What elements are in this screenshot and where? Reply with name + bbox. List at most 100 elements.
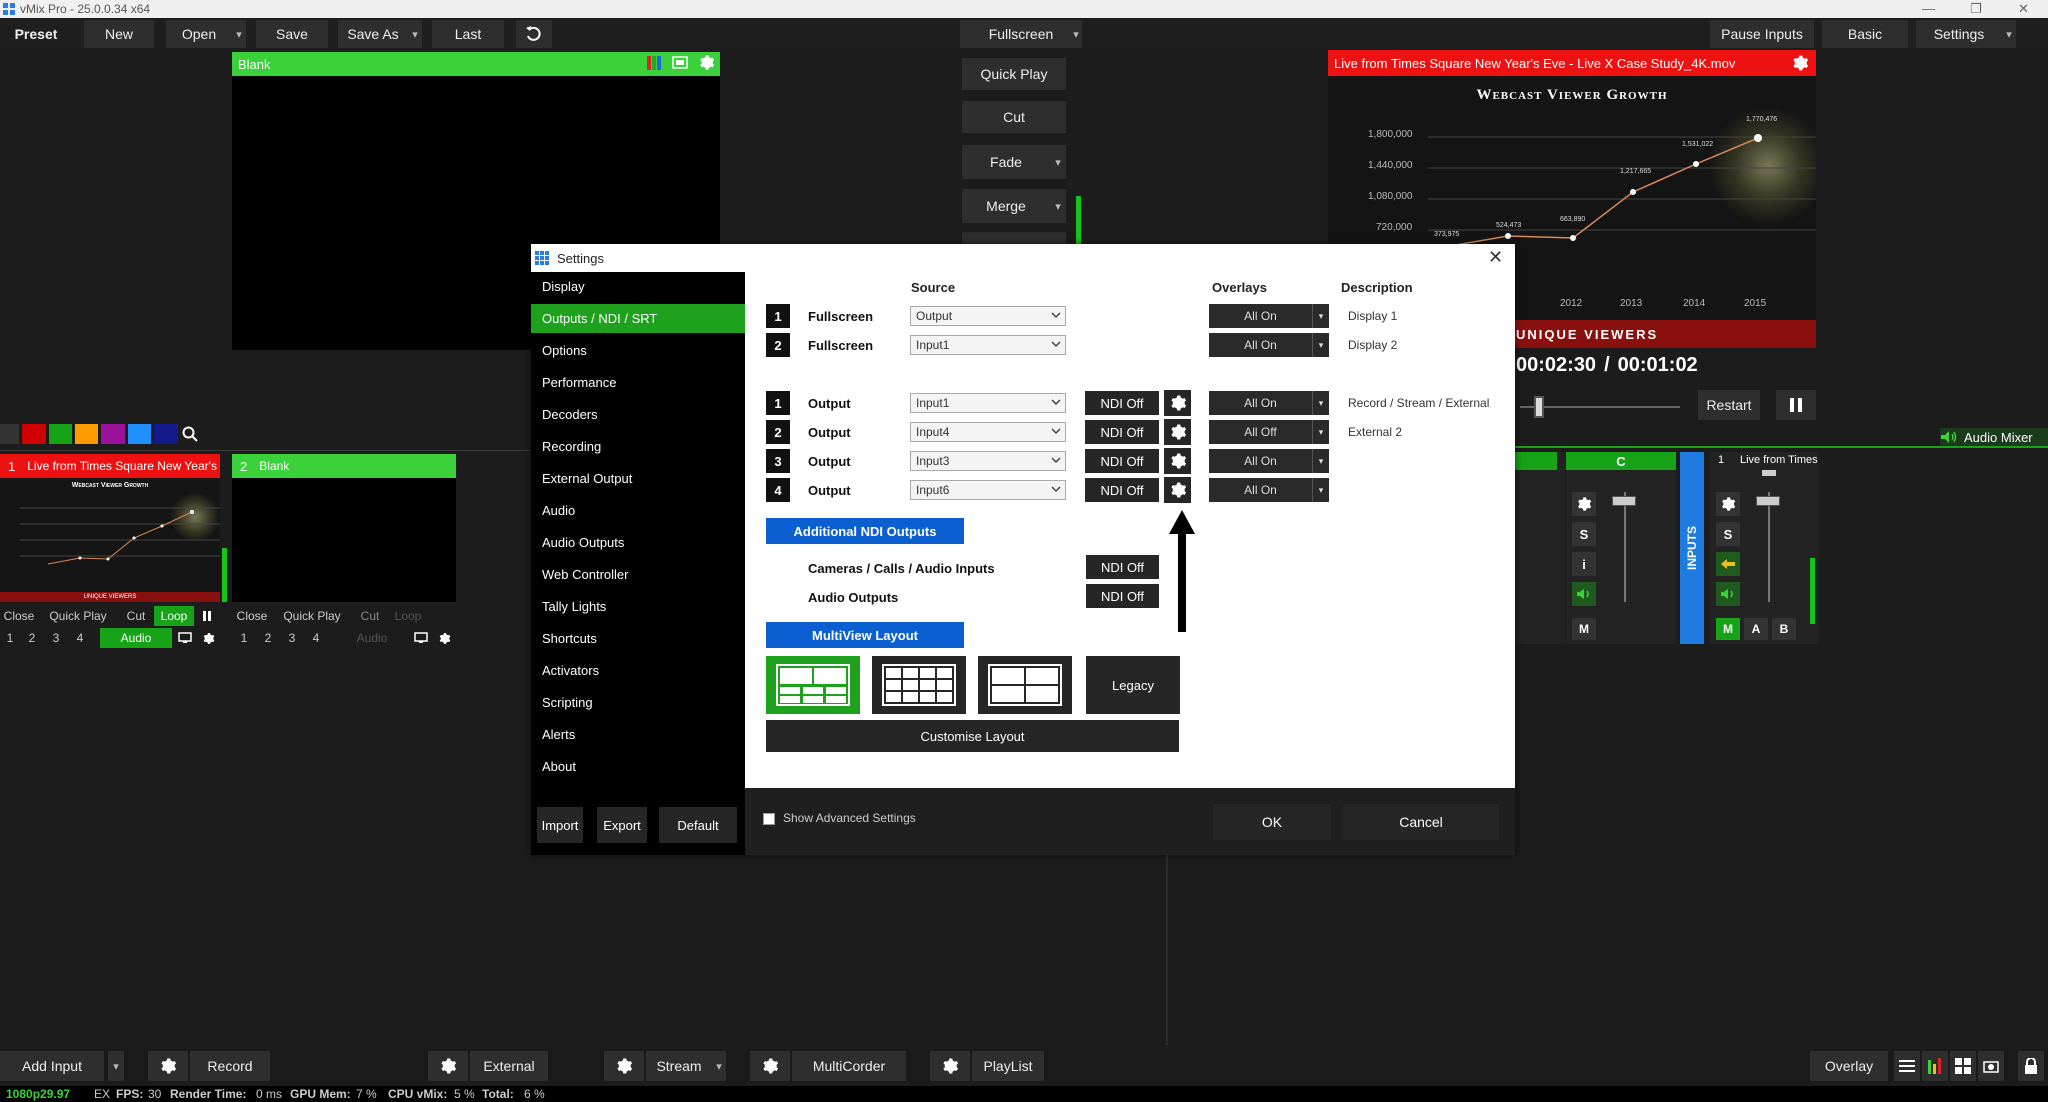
- position-track[interactable]: [1520, 406, 1680, 408]
- lock-button[interactable]: [2018, 1051, 2044, 1081]
- legacy-layout-button[interactable]: Legacy: [1086, 656, 1180, 714]
- nav-scripting[interactable]: Scripting: [531, 688, 745, 717]
- filter-swatch-green[interactable]: [48, 424, 73, 444]
- overlay-2-button[interactable]: 2: [20, 628, 44, 648]
- input-loop-button[interactable]: Loop: [388, 606, 428, 626]
- filter-swatch-none[interactable]: [0, 424, 20, 444]
- input-cut-button[interactable]: Cut: [118, 606, 154, 626]
- overlay-button[interactable]: Overlay: [1810, 1051, 1888, 1081]
- filter-swatch-orange[interactable]: [75, 424, 99, 444]
- export-button[interactable]: Export: [597, 807, 647, 843]
- cancel-button[interactable]: Cancel: [1343, 804, 1499, 840]
- filter-swatch-red[interactable]: [22, 424, 46, 444]
- nav-alerts[interactable]: Alerts: [531, 720, 745, 749]
- fullscreen-2-source-select[interactable]: Input1: [910, 335, 1066, 355]
- monitor-icon[interactable]: [408, 628, 434, 648]
- basic-button[interactable]: Basic: [1822, 20, 1908, 48]
- strip-bus-b-button[interactable]: B: [1772, 618, 1796, 640]
- preset-button[interactable]: Preset: [0, 20, 72, 48]
- input-loop-button[interactable]: Loop: [154, 606, 194, 626]
- multiview-layout-button[interactable]: MultiView Layout: [766, 622, 964, 648]
- input-gear-icon[interactable]: [434, 628, 454, 648]
- cameras-ndi-button[interactable]: NDI Off: [1086, 555, 1159, 579]
- stream-settings-button[interactable]: [604, 1051, 644, 1081]
- fullscreen-2-overlays-select[interactable]: All On ▾: [1209, 333, 1329, 357]
- merge-dropdown[interactable]: ▾: [1050, 189, 1066, 223]
- nav-options[interactable]: Options: [531, 336, 745, 365]
- fade-dropdown[interactable]: ▾: [1050, 145, 1066, 179]
- bus-c-gear-icon[interactable]: [1572, 492, 1596, 516]
- preview-gear-icon[interactable]: [698, 54, 715, 71]
- multiview-grid-button[interactable]: [1950, 1051, 1976, 1081]
- close-window-icon[interactable]: ✕: [2018, 1, 2029, 17]
- output-3-gear-button[interactable]: [1164, 448, 1191, 474]
- output-3-ndi-button[interactable]: NDI Off: [1085, 449, 1159, 473]
- strip-gear-icon[interactable]: [1716, 492, 1740, 516]
- settings-dropdown[interactable]: ▾: [2002, 20, 2016, 48]
- input-2-title-bar[interactable]: 2 Blank: [232, 454, 456, 478]
- playlist-button[interactable]: PlayList: [972, 1051, 1044, 1081]
- quick-play-button[interactable]: Quick Play: [962, 58, 1066, 90]
- overlay-4-button[interactable]: 4: [304, 628, 328, 648]
- output-3-source-select[interactable]: Input3: [910, 451, 1066, 471]
- merge-button[interactable]: Merge: [962, 189, 1050, 223]
- output-4-ndi-button[interactable]: NDI Off: [1085, 478, 1159, 502]
- additional-ndi-outputs-button[interactable]: Additional NDI Outputs: [766, 518, 964, 544]
- strip-fader-handle[interactable]: [1756, 496, 1780, 506]
- input-audio-button[interactable]: Audio: [100, 628, 172, 648]
- output-4-overlays-select[interactable]: All On ▾: [1209, 478, 1329, 502]
- import-button[interactable]: Import: [537, 807, 583, 843]
- output-1-source-select[interactable]: Input1: [910, 393, 1066, 413]
- output-4-gear-button[interactable]: [1164, 477, 1191, 503]
- input-close-button[interactable]: Close: [232, 606, 272, 626]
- output-2-overlays-select[interactable]: All Off ▾: [1209, 420, 1329, 444]
- nav-about[interactable]: About: [531, 752, 745, 781]
- nav-shortcuts[interactable]: Shortcuts: [531, 624, 745, 653]
- cut-button[interactable]: Cut: [962, 101, 1066, 133]
- strip-balance-handle[interactable]: [1762, 470, 1776, 476]
- customise-layout-button[interactable]: Customise Layout: [766, 720, 1179, 752]
- monitor-icon[interactable]: [172, 628, 198, 648]
- default-button[interactable]: Default: [659, 807, 737, 843]
- show-advanced-checkbox[interactable]: [763, 813, 775, 825]
- bus-c-speaker-icon[interactable]: [1572, 582, 1596, 606]
- nav-audio-outputs[interactable]: Audio Outputs: [531, 528, 745, 557]
- position-slider-handle[interactable]: [1534, 396, 1544, 418]
- search-icon[interactable]: [181, 424, 200, 444]
- ok-button[interactable]: OK: [1213, 804, 1331, 840]
- nav-activators[interactable]: Activators: [531, 656, 745, 685]
- restore-icon[interactable]: ❐: [1970, 1, 1982, 17]
- pause-inputs-button[interactable]: Pause Inputs: [1710, 20, 1814, 48]
- overlay-4-button[interactable]: 4: [68, 628, 92, 648]
- input-close-button[interactable]: Close: [0, 606, 38, 626]
- add-input-dropdown[interactable]: ▾: [108, 1051, 124, 1081]
- layout-option-3[interactable]: [978, 656, 1072, 714]
- output-3-overlays-select[interactable]: All On ▾: [1209, 449, 1329, 473]
- output-4-source-select[interactable]: Input6: [910, 480, 1066, 500]
- multicorder-settings-button[interactable]: [750, 1051, 790, 1081]
- strip-arrow-icon[interactable]: [1716, 552, 1740, 576]
- filter-swatch-navy[interactable]: [154, 424, 178, 444]
- fullscreen-1-source-select[interactable]: Output: [910, 306, 1066, 326]
- input-1-thumbnail[interactable]: Webcast Viewer Growth Unique Viewers: [0, 478, 220, 602]
- input-pause-icon[interactable]: [194, 606, 220, 626]
- playlist-settings-button[interactable]: [930, 1051, 970, 1081]
- nav-outputs-ndi-srt[interactable]: Outputs / NDI / SRT: [531, 304, 745, 333]
- camera-button[interactable]: [1978, 1051, 2004, 1081]
- overlay-1-button[interactable]: 1: [232, 628, 256, 648]
- multicorder-button[interactable]: MultiCorder: [792, 1051, 906, 1081]
- nav-external-output[interactable]: External Output: [531, 464, 745, 493]
- audio-meters-button[interactable]: [1922, 1051, 1948, 1081]
- bus-c-fader-handle[interactable]: [1612, 496, 1636, 506]
- save-as-button[interactable]: Save As: [338, 20, 408, 48]
- minimize-icon[interactable]: —: [1922, 1, 1935, 16]
- pause-button[interactable]: [1776, 390, 1816, 420]
- list-view-button[interactable]: [1894, 1051, 1920, 1081]
- fullscreen-dropdown[interactable]: ▾: [1068, 20, 1084, 48]
- stream-button[interactable]: Stream: [646, 1051, 712, 1081]
- output-2-source-select[interactable]: Input4: [910, 422, 1066, 442]
- strip-solo-button[interactable]: S: [1716, 522, 1740, 546]
- screen-icon[interactable]: [672, 56, 688, 70]
- fullscreen-button[interactable]: Fullscreen: [960, 20, 1082, 48]
- bus-c-fader-track[interactable]: [1624, 492, 1626, 602]
